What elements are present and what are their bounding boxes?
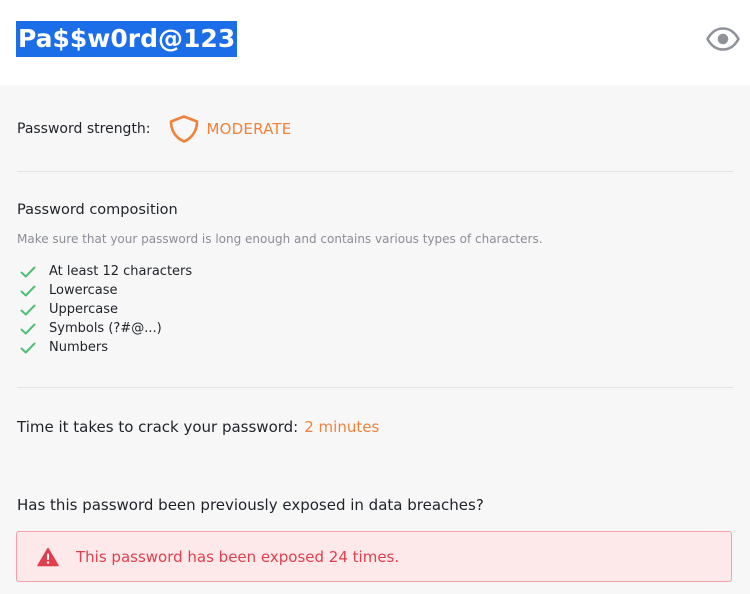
checklist-item: Uppercase [20, 300, 192, 319]
checklist-item-label: Uppercase [49, 302, 118, 317]
crack-time-row: Time it takes to crack your password: 2 m… [17, 418, 379, 436]
composition-description: Make sure that your password is long eno… [17, 232, 543, 246]
check-icon [20, 342, 36, 353]
checklist-item-label: Symbols (?#@...) [49, 321, 162, 336]
breach-alert-text: This password has been exposed 24 times. [76, 547, 400, 566]
checklist-item-label: At least 12 characters [49, 264, 193, 279]
composition-checklist: At least 12 characters Lowercase Upperca… [20, 262, 192, 357]
checklist-item: Symbols (?#@...) [20, 319, 192, 338]
breach-alert: This password has been exposed 24 times. [16, 531, 732, 582]
check-icon [20, 266, 36, 277]
check-icon [20, 323, 36, 334]
check-icon [20, 285, 36, 296]
checklist-item-label: Lowercase [49, 283, 118, 298]
divider [17, 387, 733, 388]
checklist-item-label: Numbers [49, 340, 108, 355]
eye-icon[interactable] [706, 27, 740, 51]
breach-question: Has this password been previously expose… [17, 496, 484, 514]
check-icon [20, 304, 36, 315]
crack-time-value: 2 minutes [304, 418, 380, 436]
composition-title: Password composition [17, 202, 178, 218]
divider [17, 171, 733, 172]
password-field-selected-text[interactable]: Pa$$w0rd@123 [16, 21, 238, 57]
password-strength-row: Password strength: MODERATE [17, 114, 291, 144]
password-input-bar[interactable]: Pa$$w0rd@123 [0, 0, 750, 85]
warning-icon [37, 547, 59, 566]
strength-value: MODERATE [206, 120, 292, 138]
strength-label: Password strength: [17, 121, 151, 137]
checklist-item: Lowercase [20, 281, 192, 300]
checklist-item: Numbers [20, 338, 192, 357]
shield-icon [169, 115, 198, 143]
checklist-item: At least 12 characters [20, 262, 192, 281]
crack-time-label: Time it takes to crack your password: [17, 418, 299, 436]
